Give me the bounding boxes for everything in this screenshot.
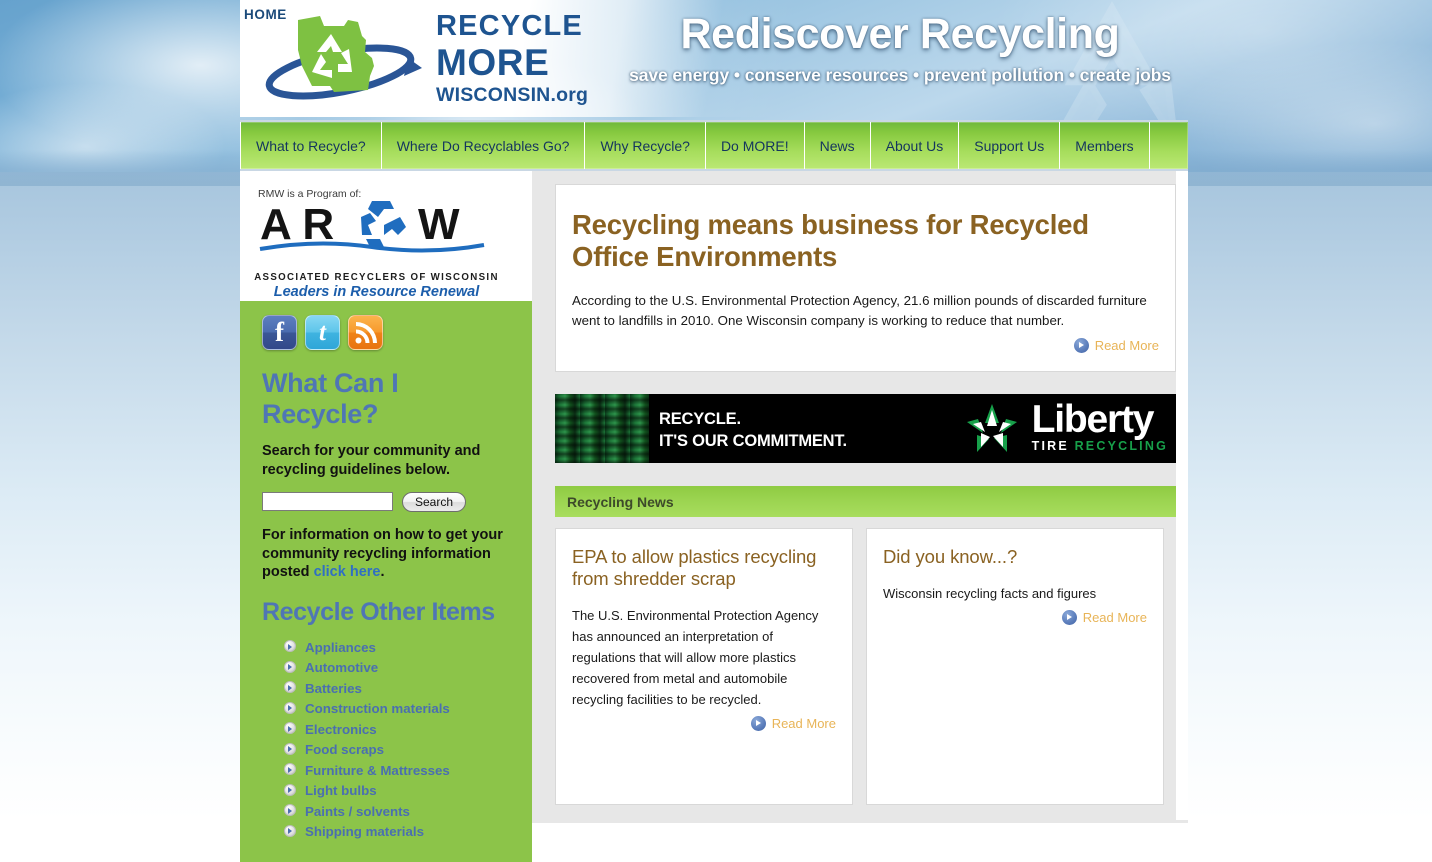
logo-line-recycle: RECYCLE (436, 10, 583, 42)
liberty-brand-name: Liberty (1031, 398, 1155, 441)
play-arrow-icon (1073, 338, 1089, 353)
list-item[interactable]: Construction materials (284, 699, 512, 719)
banner-slogan-line1: RECYCLE. (659, 410, 741, 428)
recycling-news-header: Recycling News (555, 486, 1176, 517)
news-cards-row: EPA to allow plastics recycling from shr… (555, 528, 1176, 805)
liberty-wordmark: Liberty TIRE RECYCLING (1031, 398, 1168, 453)
search-input[interactable] (262, 492, 393, 512)
nav-item-do-more[interactable]: Do MORE! (706, 122, 805, 169)
click-here-link[interactable]: click here (314, 564, 381, 580)
list-item[interactable]: Furniture & Mattresses (284, 760, 512, 780)
recycle-other-items-heading: Recycle Other Items (262, 598, 495, 627)
header-tagline: Rediscover Recycling save energy • conse… (620, 10, 1180, 86)
tagline-subline: save energy • conserve resources • preve… (629, 65, 1171, 86)
main-navigation: What to Recycle? Where Do Recyclables Go… (240, 120, 1188, 171)
search-button[interactable]: Search (402, 491, 467, 512)
nav-item-news[interactable]: News (805, 122, 871, 169)
feature-article-card: Recycling means business for Recycled Of… (555, 184, 1176, 372)
rss-icon[interactable] (348, 315, 383, 350)
news-card-title: Did you know...? (883, 546, 1018, 567)
twitter-glyph: t (319, 318, 326, 346)
nav-item-about-us[interactable]: About Us (871, 122, 960, 169)
arow-full-name: ASSOCIATED RECYCLERS OF WISCONSIN (254, 272, 499, 283)
news-card-did-you-know: Did you know...? Wisconsin recycling fac… (866, 528, 1164, 805)
liberty-brand-lockup: Liberty TIRE RECYCLING (960, 398, 1168, 459)
news-card-title: EPA to allow plastics recycling from shr… (572, 546, 817, 589)
read-more-label: Read More (771, 715, 836, 731)
nav-item-members[interactable]: Members (1060, 122, 1150, 169)
site-header: HOME RECYCLE MORE WISCONSIN.org Rediscov… (240, 0, 1188, 117)
svg-text:W: W (418, 200, 460, 249)
play-arrow-icon (1061, 609, 1077, 625)
recycle-items-list: Appliances Automotive Batteries Construc… (284, 637, 512, 842)
social-links-row: f t (262, 315, 512, 350)
news-read-more-link[interactable]: Read More (572, 715, 836, 731)
feature-article-body: According to the U.S. Environmental Prot… (572, 292, 1147, 329)
rss-glyph (355, 322, 377, 344)
list-item[interactable]: Shipping materials (284, 822, 512, 842)
tire-stack-image (555, 394, 649, 463)
nav-item-support-us[interactable]: Support Us (959, 122, 1061, 169)
twitter-icon[interactable]: t (305, 315, 340, 350)
liberty-star-icon (966, 404, 1017, 452)
list-item[interactable]: Appliances (284, 637, 512, 657)
news-card-epa-plastics: EPA to allow plastics recycling from shr… (555, 528, 853, 805)
wisconsin-recycle-logo-icon (265, 16, 422, 100)
post-info-text-after: . (380, 564, 385, 581)
page-right-gutter (1176, 171, 1188, 820)
arow-logo-icon: A R W (259, 200, 485, 253)
news-card-body: Wisconsin recycling facts and figures (883, 585, 1097, 601)
news-read-more-link[interactable]: Read More (883, 609, 1147, 625)
facebook-glyph: f (275, 317, 284, 347)
list-item[interactable]: Light bulbs (284, 781, 512, 801)
main-content: Recycling means business for Recycled Of… (532, 171, 1188, 823)
nav-empty-space (1150, 122, 1188, 169)
liberty-sub-recycling: RECYCLING (1074, 439, 1168, 454)
tagline-headline: Rediscover Recycling (680, 10, 1120, 58)
feature-article-title: Recycling means business for Recycled Of… (572, 209, 1089, 272)
play-arrow-icon (750, 715, 766, 731)
sidebar: RMW is a Program of: A R W ASSOCIATED RE… (240, 171, 532, 862)
list-item[interactable]: Electronics (284, 719, 512, 739)
nav-item-why-recycle[interactable]: Why Recycle? (585, 122, 706, 169)
arow-logo-block[interactable]: RMW is a Program of: A R W ASSOCIATED RE… (240, 171, 532, 301)
list-item[interactable]: Food scraps (284, 740, 512, 760)
news-card-body: The U.S. Environmental Protection Agency… (572, 607, 819, 707)
feature-read-more-link[interactable]: Read More (572, 338, 1159, 353)
nav-item-what-to-recycle[interactable]: What to Recycle? (240, 122, 382, 169)
search-prompt-text: Search for your community and recycling … (262, 443, 481, 478)
body-row: RMW is a Program of: A R W ASSOCIATED RE… (240, 171, 1188, 862)
arow-slogan: Leaders in Resource Renewal (273, 284, 480, 300)
liberty-brand-subtitle: TIRE RECYCLING (1032, 439, 1168, 453)
liberty-tire-banner-ad[interactable]: RECYCLE. IT'S OUR COMMITMENT. Liberty TI… (555, 394, 1176, 463)
banner-slogan: RECYCLE. IT'S OUR COMMITMENT. (659, 408, 847, 453)
banner-slogan-line2: IT'S OUR COMMITMENT. (659, 432, 847, 451)
sidebar-green-panel: f t What Can I Recycle? Search for your … (240, 301, 532, 862)
list-item[interactable]: Paints / solvents (284, 801, 512, 821)
page-container: HOME RECYCLE MORE WISCONSIN.org Rediscov… (240, 0, 1188, 862)
list-item[interactable]: Automotive (284, 658, 512, 678)
read-more-label: Read More (1094, 338, 1159, 353)
post-info-text: For information on how to get your commu… (262, 526, 512, 583)
read-more-label: Read More (1082, 609, 1147, 625)
community-search-form: Search (262, 491, 512, 512)
logo-line-wisconsin: WISCONSIN.org (436, 84, 589, 106)
nav-item-where-do-recyclables-go[interactable]: Where Do Recyclables Go? (382, 122, 586, 169)
recycle-more-wisconsin-logo[interactable]: RECYCLE MORE WISCONSIN.org (262, 6, 592, 110)
liberty-sub-tire: TIRE (1031, 439, 1069, 454)
list-item[interactable]: Batteries (284, 678, 512, 698)
what-can-i-recycle-heading: What Can I Recycle? (262, 368, 399, 429)
facebook-icon[interactable]: f (262, 315, 297, 350)
logo-line-more: MORE (436, 42, 550, 83)
logo-wordmark: RECYCLE MORE WISCONSIN.org (436, 12, 588, 106)
